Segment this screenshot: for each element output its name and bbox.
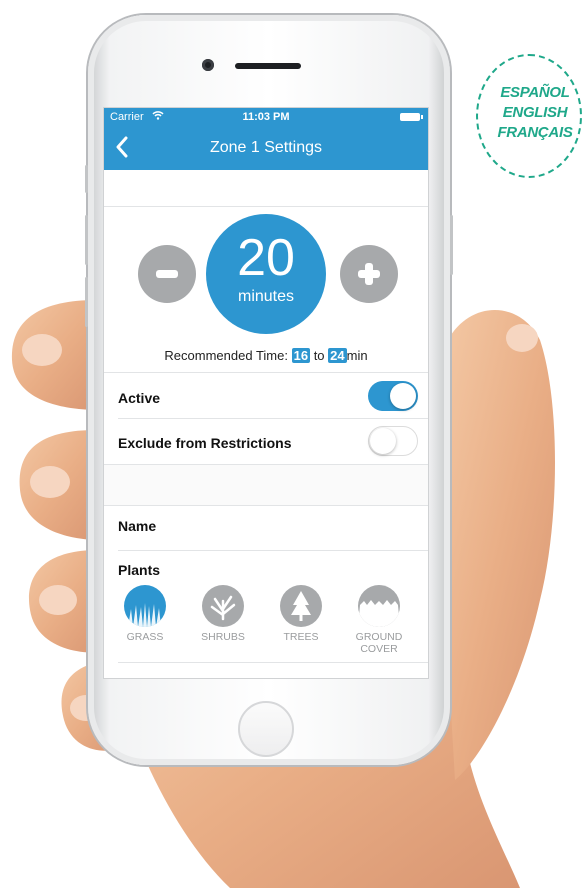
power-button bbox=[450, 215, 453, 275]
name-row[interactable]: Name bbox=[118, 518, 156, 534]
plant-label-line1: GROUND bbox=[355, 631, 403, 643]
nav-bar: Zone 1 Settings bbox=[104, 126, 428, 170]
volume-up-button bbox=[85, 215, 88, 265]
earpiece-speaker bbox=[235, 63, 301, 69]
active-toggle[interactable] bbox=[368, 381, 418, 411]
shrubs-icon bbox=[202, 585, 244, 627]
plant-shrubs-option[interactable]: SHRUBS bbox=[188, 585, 258, 643]
exclude-restrictions-label: Exclude from Restrictions bbox=[118, 435, 292, 451]
toggle-knob bbox=[390, 383, 416, 409]
recommended-separator: to bbox=[313, 348, 325, 363]
plant-label-line2: COVER bbox=[360, 643, 398, 655]
recommended-unit: min bbox=[346, 348, 368, 363]
timer-unit: minutes bbox=[237, 288, 295, 305]
language-english[interactable]: ENGLISH bbox=[484, 104, 584, 121]
recommended-label: Recommended Time: bbox=[164, 348, 288, 363]
section-spacer bbox=[104, 465, 428, 505]
timer-value: 20 bbox=[237, 229, 295, 287]
front-camera bbox=[202, 59, 214, 71]
mute-switch bbox=[85, 165, 88, 193]
status-bar: Carrier 11:03 PM bbox=[104, 108, 428, 126]
recommended-min: 16 bbox=[291, 348, 311, 363]
plant-ground-cover-option[interactable]: GROUND COVER bbox=[344, 585, 414, 655]
divider bbox=[118, 418, 428, 419]
app-screen: Carrier 11:03 PM Zone 1 Settings 20 minu… bbox=[104, 108, 428, 678]
trees-icon bbox=[280, 585, 322, 627]
page-title: Zone 1 Settings bbox=[209, 139, 323, 156]
recommended-time: Recommended Time: 16 to 24 min bbox=[104, 348, 428, 363]
active-label: Active bbox=[118, 390, 161, 406]
plant-label: TREES bbox=[283, 631, 319, 643]
volume-down-button bbox=[85, 277, 88, 327]
plants-label: Plants bbox=[118, 562, 161, 578]
timer-display: 20 minutes bbox=[206, 214, 326, 334]
minus-icon bbox=[156, 270, 178, 278]
grass-icon bbox=[124, 585, 166, 627]
divider bbox=[118, 550, 428, 551]
language-espanol[interactable]: ESPAÑOL bbox=[484, 84, 584, 101]
divider bbox=[104, 372, 428, 373]
plant-label: SHRUBS bbox=[201, 631, 245, 643]
home-button[interactable] bbox=[238, 701, 294, 757]
language-francais[interactable]: FRANÇAIS bbox=[484, 124, 584, 141]
plant-grass-option[interactable]: GRASS bbox=[110, 585, 180, 643]
plant-trees-option[interactable]: TREES bbox=[266, 585, 336, 643]
divider bbox=[104, 206, 428, 207]
decrease-time-button[interactable] bbox=[138, 245, 196, 303]
toggle-knob bbox=[370, 428, 396, 454]
divider bbox=[118, 662, 428, 663]
divider bbox=[104, 505, 428, 506]
phone-frame: Carrier 11:03 PM Zone 1 Settings 20 minu… bbox=[85, 15, 453, 765]
exclude-restrictions-toggle[interactable] bbox=[368, 426, 418, 456]
language-badge: ESPAÑOL ENGLISH FRANÇAIS bbox=[476, 54, 582, 178]
ground-cover-icon bbox=[358, 585, 400, 627]
plant-label: GROUND COVER bbox=[344, 631, 414, 655]
battery-icon bbox=[400, 113, 423, 121]
status-time: 11:03 PM bbox=[242, 111, 290, 123]
plant-label: GRASS bbox=[126, 631, 164, 643]
increase-time-button[interactable] bbox=[340, 245, 398, 303]
plus-icon bbox=[358, 263, 380, 285]
recommended-max: 24 bbox=[328, 348, 347, 363]
